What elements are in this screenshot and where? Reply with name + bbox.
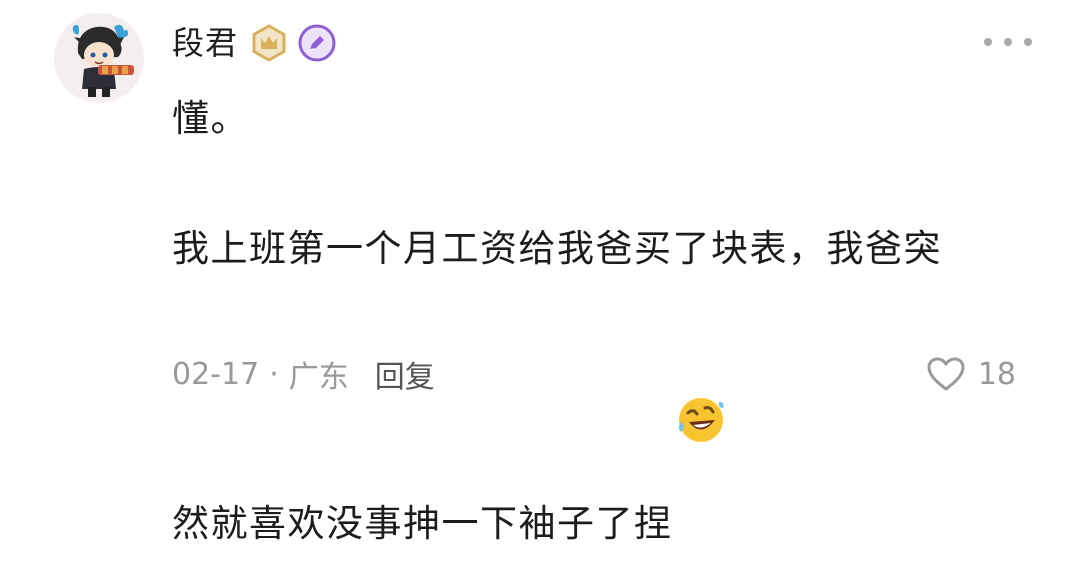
comment-header: 段君 [172,18,336,68]
comment-content: 懂。 我上班第一个月工资给我爸买了块表，我爸突 然就喜欢没事抻一下袖子了捏 [172,90,1032,553]
comment-item: 段君 懂。 我上班第一个月工资给我爸买了块表，我爸突 然就喜欢没事抻一下袖子了捏 [0,0,1080,545]
comment-text-line-3: 然就喜欢没事抻一下袖子了捏 [172,502,673,545]
more-dot [984,38,992,46]
avatar-illustration-icon [54,13,144,103]
comment-location: 广东 [288,360,349,395]
meta-separator: · [269,356,279,392]
like-button[interactable]: 18 [926,350,1016,398]
comment-footer: 02-17 · 广东 回复 [172,350,435,398]
like-count: 18 [977,356,1016,392]
avatar[interactable] [54,13,144,103]
more-options-icon[interactable] [984,34,1032,50]
reply-button[interactable]: 回复 [375,352,435,396]
crown-badge-icon[interactable] [250,24,288,62]
username[interactable]: 段君 [172,18,238,68]
heart-outline-icon[interactable] [926,356,966,392]
rolling-laughing-emoji-icon [675,278,727,442]
more-dot [1004,38,1012,46]
comment-text-line: 然就喜欢没事抻一下袖子了捏 [172,278,1032,553]
comment-date: 02-17 [172,356,260,392]
comment-text-line: 我上班第一个月工资给我爸买了块表，我爸突 [172,227,942,270]
comment-text-line: 懂。 [172,97,249,140]
more-dot [1024,38,1032,46]
pen-badge-icon[interactable] [298,24,336,62]
